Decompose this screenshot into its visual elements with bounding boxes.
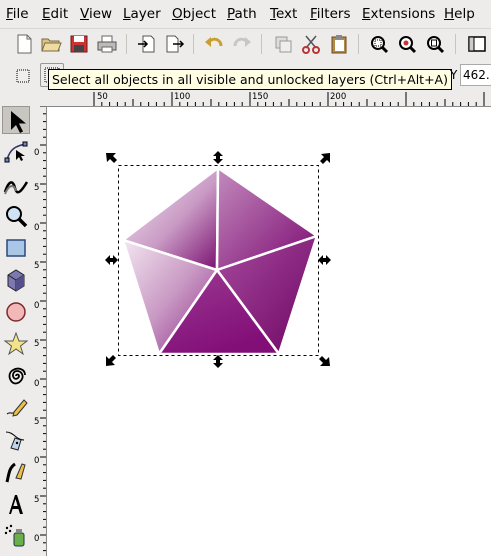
hruler-label-150: 150 [252, 92, 269, 102]
zoom-drawing-icon[interactable] [396, 33, 418, 55]
menu-file[interactable]: File [6, 6, 29, 22]
tooltip: Select all objects in all visible and un… [48, 69, 452, 90]
select-all-icon[interactable] [12, 65, 34, 87]
scale-handle-right-icon [318, 255, 331, 265]
horizontal-ruler-ticks [93, 92, 485, 106]
menu-help[interactable]: Help [444, 6, 475, 22]
text-tool-icon[interactable] [2, 490, 30, 518]
vruler-label: 0 [34, 301, 40, 311]
zoom-selection-icon[interactable] [368, 33, 390, 55]
scale-handle-bottom-right-icon [319, 356, 330, 366]
zoom-tool-icon[interactable] [2, 202, 30, 230]
y-coordinate-input[interactable]: 462. [460, 64, 491, 86]
toolbox [0, 92, 32, 556]
vruler-label: 0 [34, 534, 40, 544]
vruler-label: 5 [34, 417, 40, 427]
star-tool-icon[interactable] [2, 330, 30, 358]
vruler-label: 0 [34, 148, 40, 158]
menu-object[interactable]: Object [172, 6, 216, 22]
spiral-tool-icon[interactable] [2, 362, 30, 390]
command-bar [0, 28, 491, 60]
redo-icon[interactable] [231, 33, 253, 55]
vertical-ruler-ticks [40, 106, 46, 552]
menu-filters[interactable]: Filters [310, 6, 350, 22]
zoom-page-icon[interactable] [424, 33, 446, 55]
vruler-label: 0 [34, 223, 40, 233]
vertical-ruler[interactable]: 0 5 0 5 0 5 0 5 0 5 0 [33, 106, 47, 556]
tweak-tool-icon[interactable] [2, 170, 30, 198]
spray-tool-icon[interactable] [2, 522, 30, 550]
pen-tool-icon[interactable] [2, 426, 30, 454]
menu-text[interactable]: Text [270, 6, 297, 22]
menu-edit[interactable]: Edit [42, 6, 68, 22]
menu-path[interactable]: Path [227, 6, 257, 22]
drawing-canvas[interactable] [47, 107, 491, 556]
selector-tool-icon[interactable] [2, 106, 30, 134]
menu-bar: File Edit View Layer Object Path Text Fi… [0, 0, 491, 28]
scale-handle-left-icon [105, 255, 118, 265]
save-icon[interactable] [68, 33, 90, 55]
vruler-label: 5 [34, 183, 40, 193]
open-folder-icon[interactable] [40, 33, 62, 55]
hruler-label-100: 100 [174, 92, 191, 102]
3d-box-tool-icon[interactable] [2, 266, 30, 294]
calligraphy-tool-icon[interactable] [2, 458, 30, 486]
scale-handle-top-icon [213, 151, 223, 164]
undo-icon[interactable] [203, 33, 225, 55]
vruler-label: 5 [34, 339, 40, 349]
hruler-label-50: 50 [97, 92, 108, 102]
toggle-panel-icon[interactable] [466, 33, 488, 55]
scale-handle-bottom-icon [213, 355, 223, 368]
scale-handle-top-left-icon [106, 153, 117, 163]
vruler-label: 5 [34, 261, 40, 271]
import-icon[interactable] [136, 33, 158, 55]
cut-icon[interactable] [300, 33, 322, 55]
scale-handle-top-right-icon [320, 153, 330, 164]
rectangle-tool-icon[interactable] [2, 234, 30, 262]
vruler-label: 0 [34, 456, 40, 466]
ellipse-tool-icon[interactable] [2, 298, 30, 326]
new-document-icon[interactable] [13, 33, 35, 55]
menu-layer[interactable]: Layer [123, 6, 161, 22]
pentagon-gem[interactable] [120, 165, 320, 357]
vruler-label: 0 [34, 379, 40, 389]
print-icon[interactable] [96, 33, 118, 55]
paste-icon[interactable] [328, 33, 350, 55]
scale-handle-bottom-left-icon [106, 355, 116, 366]
y-label: Y [450, 68, 458, 82]
pencil-tool-icon[interactable] [2, 394, 30, 422]
menu-view[interactable]: View [80, 6, 112, 22]
duplicate-icon[interactable] [272, 33, 294, 55]
export-icon[interactable] [164, 33, 186, 55]
menu-extensions[interactable]: Extensions [362, 6, 435, 22]
vruler-label: 5 [34, 495, 40, 505]
horizontal-ruler[interactable]: 50 100 150 200 [46, 92, 491, 107]
node-tool-icon[interactable] [2, 138, 30, 166]
hruler-label-200: 200 [330, 92, 347, 102]
